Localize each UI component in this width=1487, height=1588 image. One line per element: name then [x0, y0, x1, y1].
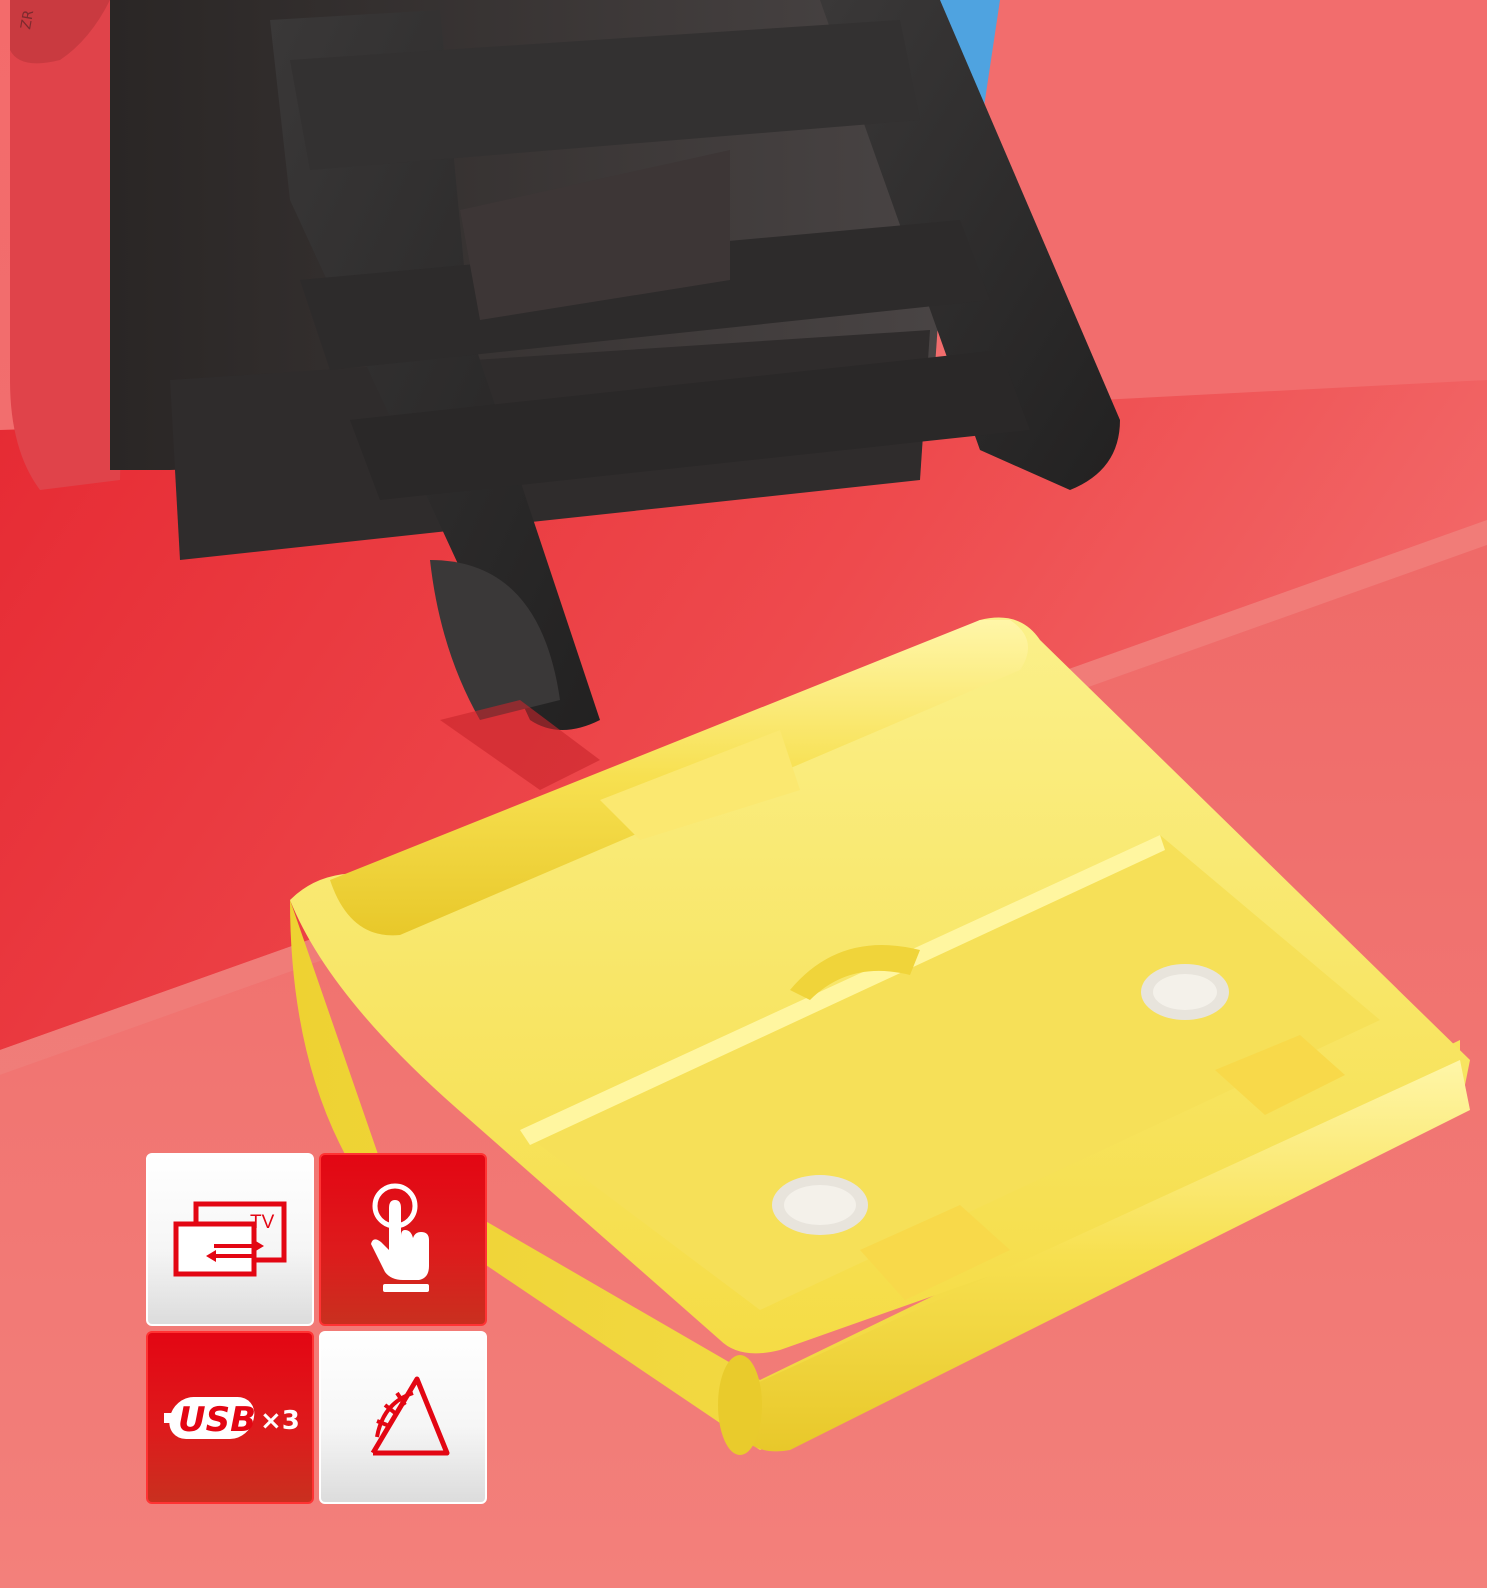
usb-label: USB: [178, 1400, 256, 1440]
feature-tile-tv-output: TV: [146, 1153, 314, 1326]
tv-label: TV: [250, 1212, 275, 1233]
svg-text:ZR: ZR: [18, 9, 37, 31]
adjustable-angle-icon: [370, 1376, 450, 1455]
feature-tile-usb: USB ×3: [146, 1331, 314, 1504]
usb-multiplier: ×3: [260, 1406, 300, 1436]
touch-icon: [371, 1183, 429, 1292]
tv-output-icon: TV: [173, 1201, 287, 1276]
feature-tile-adjustable-angle: [319, 1331, 487, 1504]
feature-tile-touch: [319, 1153, 487, 1326]
usb-icon: USB ×3: [164, 1396, 300, 1440]
